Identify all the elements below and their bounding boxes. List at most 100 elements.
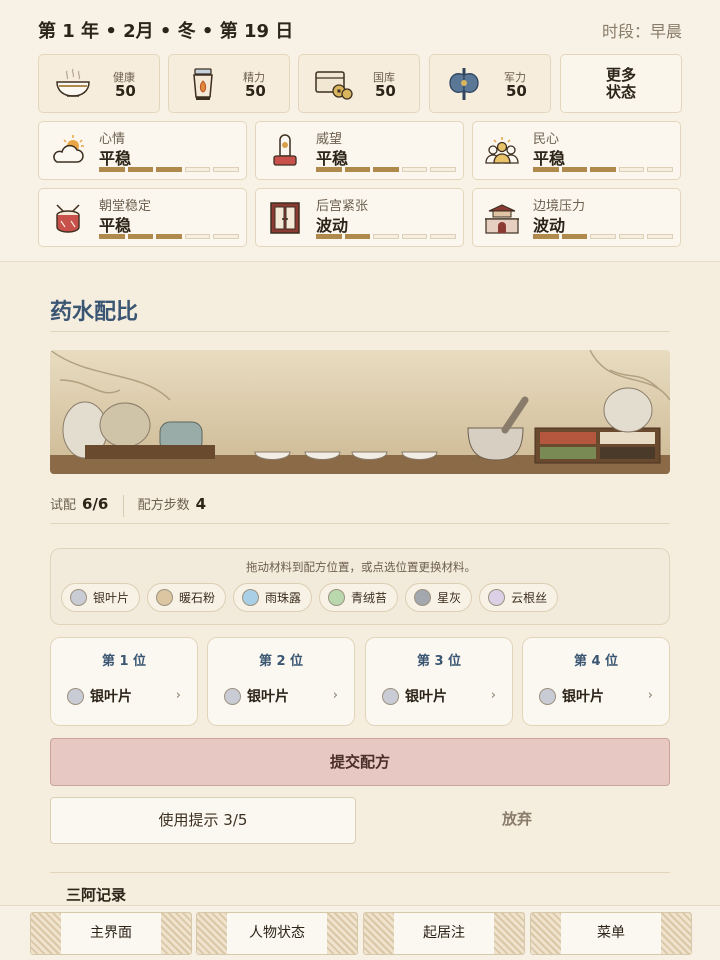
material-swatch-icon [414, 589, 432, 606]
materials-hint: 拖动材料到配方位置，或点选位置更换材料。 [246, 560, 476, 574]
status-value: 波动 [533, 216, 566, 235]
material-swatch-icon [67, 687, 84, 705]
level-segment [99, 167, 125, 172]
level-segment [344, 167, 371, 172]
level-segment [184, 167, 211, 172]
material-swatch-icon [70, 589, 87, 606]
status-mood[interactable]: 心情 平稳 [38, 121, 247, 180]
nav-label: 人物状态 [249, 925, 305, 941]
material-chip[interactable]: 云根丝 [479, 583, 559, 612]
level-segment [618, 234, 645, 239]
material-swatch-icon [328, 589, 346, 606]
status-level-bar [316, 234, 456, 239]
status-court-stability[interactable]: 朝堂稳定 平稳 [38, 188, 247, 247]
seal-icon [273, 134, 297, 166]
steps-label: 配方步数 [137, 498, 190, 513]
resource-value: 50 [115, 82, 136, 100]
level-segment [401, 234, 428, 239]
resource-value: 50 [375, 82, 396, 100]
level-segment [561, 234, 588, 239]
status-public-support[interactable]: 民心 平稳 [472, 121, 681, 180]
resource-treasury[interactable]: 国库 50 [298, 54, 420, 113]
status-border-pressure[interactable]: 边境压力 波动 [472, 188, 681, 247]
use-hint-button[interactable]: 使用提示 3/5 [50, 797, 356, 844]
materials-tray: 拖动材料到配方位置，或点选位置更换材料。 银叶片 暖石粉 雨珠露 青绒苔 星灰 云根丝 [50, 548, 670, 625]
chevron-right-icon: › [490, 688, 496, 703]
steps-value: 4 [195, 495, 207, 513]
slot-label: 第 2 位 [258, 654, 304, 669]
status-level-bar [533, 234, 673, 239]
recipe-slot[interactable]: 第 3 位银叶片 › [365, 637, 513, 726]
resource-military[interactable]: 军力 50 [429, 54, 551, 113]
more-status-button[interactable]: 更多 状态 [560, 54, 682, 113]
status-value: 平稳 [99, 216, 132, 235]
material-chip[interactable]: 雨珠露 [233, 583, 313, 612]
recipe-slot[interactable]: 第 2 位银叶片 › [207, 637, 355, 726]
resource-value: 50 [245, 82, 266, 100]
nav-character-button[interactable]: 人物状态 [196, 912, 358, 955]
status-prestige[interactable]: 威望 平稳 [255, 121, 464, 180]
level-segment [590, 167, 616, 172]
chevron-right-icon: › [647, 688, 653, 703]
people-icon [485, 137, 519, 164]
material-chip[interactable]: 银叶片 [61, 583, 141, 612]
recipe-slot[interactable]: 第 1 位银叶片 › [50, 637, 198, 726]
next-section-title: 三阿记录 [66, 886, 127, 904]
nav-label: 菜单 [597, 925, 625, 941]
status-value: 平稳 [316, 149, 349, 168]
level-segment [316, 234, 342, 239]
level-segment [99, 234, 125, 239]
status-level-bar [316, 167, 456, 172]
slot-material: 银叶片 [382, 686, 447, 706]
drum-icon [56, 204, 80, 233]
game-date: 第 1 年 • 2月 • 冬 • 第 19 日 [38, 21, 294, 42]
slot-label: 第 4 位 [573, 654, 619, 669]
resource-health[interactable]: 健康 50 [38, 54, 160, 113]
material-swatch-icon [242, 589, 260, 606]
material-chip[interactable]: 青绒苔 [319, 583, 399, 612]
level-segment [344, 234, 371, 239]
nav-journal-button[interactable]: 起居注 [363, 912, 525, 955]
status-level-bar [533, 167, 673, 172]
weather-icon [53, 135, 84, 163]
slot-label: 第 3 位 [416, 654, 462, 669]
halberd-icon [449, 68, 479, 100]
slot-material: 银叶片 [224, 686, 289, 706]
nav-menu-button[interactable]: 菜单 [530, 912, 692, 955]
material-swatch-icon [224, 687, 241, 705]
nav-label: 主界面 [90, 925, 132, 941]
level-segment [156, 167, 182, 172]
level-segment [533, 234, 559, 239]
fortress-icon [485, 204, 519, 234]
trial-stats: 试配 6/6 配方步数 4 [50, 494, 206, 517]
slot-material-name: 银叶片 [405, 689, 447, 705]
panel-title: 药水配比 [50, 299, 139, 325]
apothecary-illustration [50, 350, 670, 474]
treasury-icon [315, 71, 353, 100]
resource-energy[interactable]: 精力 50 [168, 54, 290, 113]
material-name: 星灰 [437, 591, 462, 605]
level-segment [430, 167, 456, 172]
bottom-navigation: 主界面 人物状态 起居注 菜单 [0, 905, 720, 960]
material-swatch-icon [488, 589, 506, 606]
level-segment [401, 167, 428, 172]
status-harem-tension[interactable]: 后宫紧张 波动 [255, 188, 464, 247]
level-segment [647, 167, 673, 172]
status-value: 平稳 [99, 149, 132, 168]
material-name: 银叶片 [93, 591, 130, 605]
material-chip-list: 银叶片 暖石粉 雨珠露 青绒苔 星灰 云根丝 [61, 583, 559, 612]
material-chip[interactable]: 暖石粉 [147, 583, 227, 612]
material-chip[interactable]: 星灰 [405, 583, 473, 612]
bowl-icon [56, 68, 90, 97]
level-segment [156, 234, 182, 239]
material-name: 云根丝 [511, 591, 548, 605]
level-segment [561, 167, 588, 172]
level-segment [590, 234, 616, 239]
trial-value: 6/6 [82, 495, 109, 513]
recipe-slot[interactable]: 第 4 位银叶片 › [522, 637, 670, 726]
status-level-bar [99, 234, 239, 239]
give-up-button[interactable]: 放弃 [364, 797, 670, 844]
level-segment [213, 167, 239, 172]
nav-main-button[interactable]: 主界面 [30, 912, 192, 955]
submit-recipe-button[interactable]: 提交配方 [50, 738, 670, 786]
